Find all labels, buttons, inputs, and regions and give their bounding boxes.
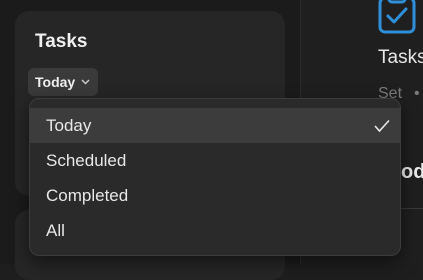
detail-heading: oda [401, 161, 423, 183]
meta-separator: • [414, 85, 420, 102]
option-label: Completed [46, 185, 129, 205]
clipboard-check-icon [378, 0, 416, 36]
filter-label: Today [35, 74, 76, 90]
checkmark-icon [374, 118, 390, 133]
filter-dropdown-button[interactable]: Today [28, 68, 99, 96]
option-label: Scheduled [46, 150, 127, 170]
dropdown-option-all[interactable]: All [30, 213, 400, 248]
tasks-title: Tasks [35, 31, 88, 52]
detail-title: Tasks [378, 47, 423, 68]
chevron-down-icon [81, 77, 90, 87]
dropdown-option-today[interactable]: Today [30, 108, 400, 143]
dropdown-option-scheduled[interactable]: Scheduled [30, 143, 400, 178]
detail-divider [401, 208, 423, 209]
option-label: All [46, 220, 65, 240]
dropdown-option-completed[interactable]: Completed [30, 178, 400, 213]
option-label: Today [46, 115, 92, 135]
filter-dropdown-menu: Today Scheduled Completed All [29, 98, 401, 256]
